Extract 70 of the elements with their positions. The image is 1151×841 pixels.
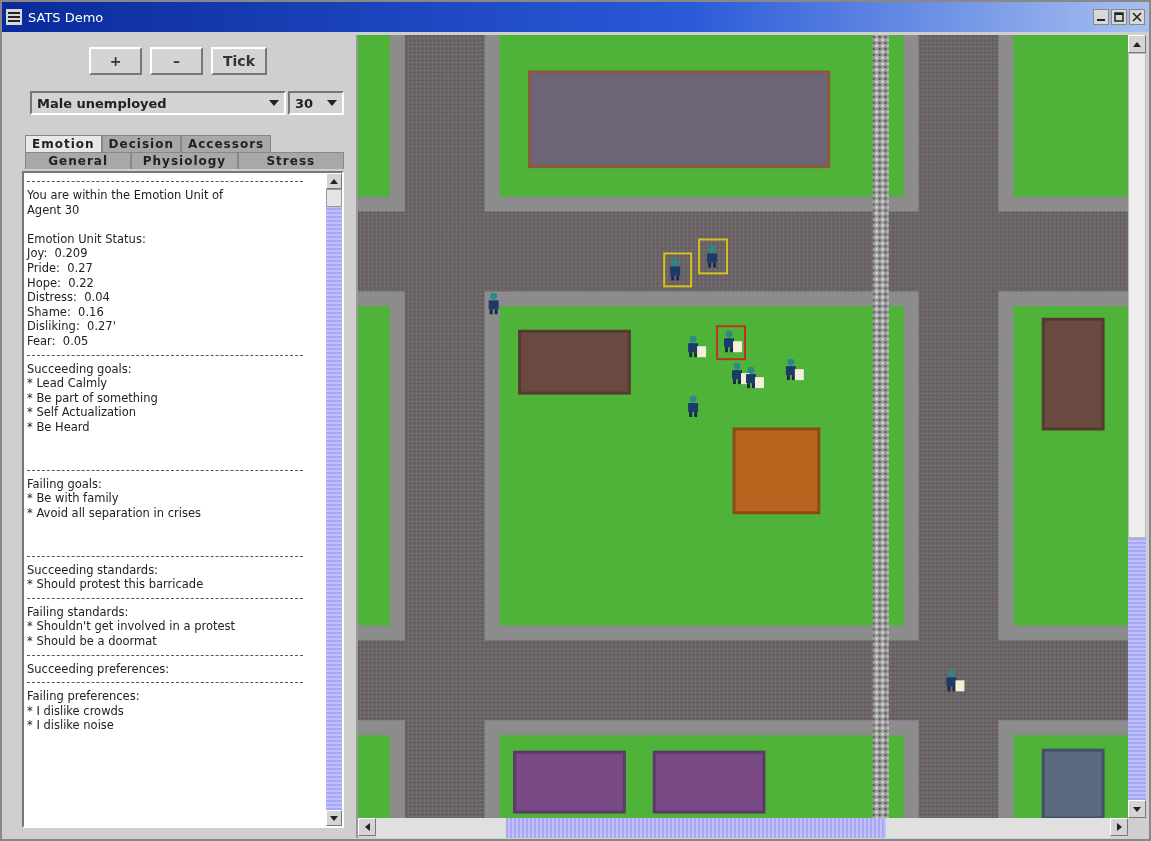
- log-line: Pride: 0.27: [27, 260, 94, 276]
- log-line: You are within the Emotion Unit of: [27, 188, 225, 203]
- toolbar-button[interactable]: Tick: [211, 47, 267, 75]
- log-line: Succeeding goals:: [27, 361, 133, 377]
- tab[interactable]: Stress: [237, 152, 344, 169]
- scroll-thumb[interactable]: [506, 818, 886, 838]
- dropdown-caret-icon: [327, 100, 337, 106]
- log-line: * Shouldn't get involved in a protest: [27, 619, 237, 635]
- log-line: * Avoid all separation in crises: [27, 505, 202, 521]
- scroll-down-icon[interactable]: [1133, 806, 1141, 812]
- tab[interactable]: Physiology: [131, 152, 238, 169]
- log-line: Succeeding standards:: [27, 562, 159, 578]
- log-line: * Be with family: [27, 491, 120, 506]
- agent-figure[interactable]: [746, 366, 764, 389]
- toolbar-button[interactable]: –: [150, 47, 203, 75]
- agent-figure[interactable]: [946, 669, 965, 692]
- agent-figure[interactable]: [724, 330, 742, 353]
- log-line: Shame: 0.16: [27, 304, 105, 320]
- vertical-scrollbar[interactable]: [326, 173, 342, 826]
- scroll-thumb[interactable]: [1128, 53, 1146, 538]
- scroll-thumb[interactable]: [326, 189, 342, 207]
- dropdown-caret-icon: [269, 100, 279, 106]
- log-line: Disliking: 0.27': [27, 319, 117, 334]
- log-line: Failing goals:: [27, 476, 103, 492]
- agent-figure[interactable]: [785, 358, 804, 381]
- agent-number-dropdown[interactable]: 30: [288, 91, 344, 115]
- scroll-up-icon[interactable]: [330, 178, 338, 184]
- tab[interactable]: General: [25, 152, 132, 169]
- log-line: * Lead Calmly: [27, 376, 109, 391]
- minimize-icon: [1097, 19, 1105, 21]
- log-line: * I dislike crowds: [27, 703, 125, 719]
- toolbar-button[interactable]: +: [89, 47, 142, 75]
- log-line: * I dislike noise: [27, 718, 115, 733]
- menu-icon[interactable]: [6, 9, 22, 25]
- log-line: * Should be a doormat: [27, 634, 158, 649]
- tab[interactable]: Emotion: [25, 135, 102, 152]
- agent-type-dropdown[interactable]: Male unemployed: [30, 91, 286, 115]
- selection-frame: [716, 325, 746, 361]
- agent-figure[interactable]: [688, 335, 707, 358]
- maximize-button[interactable]: [1111, 9, 1127, 25]
- scroll-down-icon[interactable]: [330, 815, 338, 821]
- close-button[interactable]: [1129, 9, 1145, 25]
- minimize-button[interactable]: [1093, 9, 1109, 25]
- vertical-scrollbar[interactable]: [1128, 35, 1146, 818]
- close-icon: [1132, 12, 1142, 22]
- log-line: Fear: 0.05: [27, 333, 90, 349]
- tab[interactable]: Accessors: [180, 135, 272, 152]
- log-line: Failing standards:: [27, 604, 130, 620]
- log-line: Distress: 0.04: [27, 290, 111, 305]
- log-line: Emotion Unit Status:: [27, 231, 147, 247]
- selection-frame: [698, 238, 729, 275]
- log-line: * Be part of something: [27, 390, 159, 406]
- selection-frame: [663, 252, 693, 288]
- scroll-left-icon[interactable]: [364, 823, 370, 831]
- log-line: * Should protest this barricade: [27, 577, 205, 592]
- log-line: Failing preferences:: [27, 689, 141, 704]
- log-line: * Be Heard: [27, 419, 91, 435]
- log-line: * Self Actualization: [27, 405, 137, 420]
- log-line: Hope: 0.22: [27, 275, 95, 291]
- log-line: Agent 30: [27, 202, 81, 218]
- log-line: Succeeding preferences:: [27, 661, 171, 677]
- agent-figure[interactable]: [688, 395, 699, 417]
- maximize-icon: [1114, 12, 1124, 22]
- building-roof: [1041, 748, 1105, 818]
- horizontal-scrollbar[interactable]: [358, 818, 1128, 838]
- tab[interactable]: Decision: [101, 135, 181, 152]
- scroll-right-icon[interactable]: [1116, 823, 1122, 831]
- log-line: Joy: 0.209: [27, 246, 89, 261]
- scroll-up-icon[interactable]: [1133, 41, 1141, 47]
- window-title: SATS Demo: [28, 9, 105, 25]
